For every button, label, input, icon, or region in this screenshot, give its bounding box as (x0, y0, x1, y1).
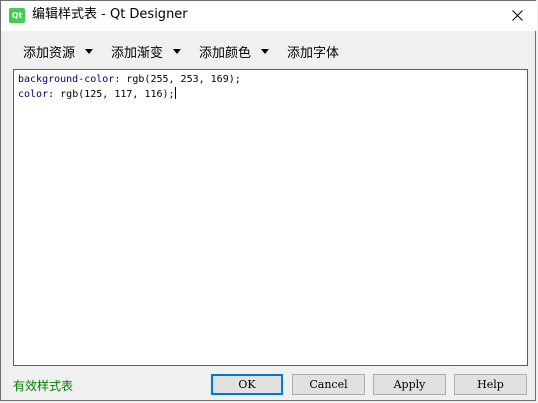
add-gradient-button[interactable]: 添加渐变 (99, 39, 187, 63)
toolbar: 添加资源 添加渐变 添加颜色 添加字体 (11, 39, 353, 63)
validity-status: 有效样式表 (13, 379, 74, 393)
add-resource-button[interactable]: 添加资源 (11, 39, 99, 63)
add-resource-label: 添加资源 (23, 45, 76, 61)
code-line: color: rgb(125, 117, 116); (18, 87, 523, 102)
style-sheet-dialog: Qt 编辑样式表 - Qt Designer 添加资源 添加渐变 添加颜色 添加… (0, 0, 537, 401)
css-separator: : (48, 89, 61, 100)
close-button[interactable] (497, 1, 537, 31)
code-line: background-color: rgb(255, 253, 169); (18, 73, 523, 87)
ok-button[interactable]: OK (211, 374, 283, 395)
add-gradient-label: 添加渐变 (111, 45, 164, 61)
help-button[interactable]: Help (454, 374, 527, 395)
chevron-down-icon[interactable] (85, 48, 94, 54)
window-title: 编辑样式表 - Qt Designer (32, 7, 188, 22)
css-separator: : (114, 74, 127, 85)
add-font-label: 添加字体 (287, 45, 340, 61)
qt-logo-icon: Qt (9, 8, 25, 23)
chevron-down-icon[interactable] (173, 48, 182, 54)
stylesheet-editor[interactable]: background-color: rgb(255, 253, 169); co… (13, 69, 528, 366)
title-bar: Qt 编辑样式表 - Qt Designer (1, 1, 537, 31)
chevron-down-icon[interactable] (261, 48, 270, 54)
add-font-button[interactable]: 添加字体 (275, 39, 353, 63)
apply-button[interactable]: Apply (373, 374, 446, 395)
add-color-button[interactable]: 添加颜色 (187, 39, 275, 63)
css-property: background-color (18, 74, 115, 85)
css-value: rgb(125, 117, 116); (60, 89, 175, 100)
close-icon (512, 10, 523, 21)
css-property: color (18, 89, 49, 100)
cancel-button[interactable]: Cancel (292, 374, 365, 395)
text-cursor (174, 87, 176, 99)
css-value: rgb(255, 253, 169); (126, 74, 241, 85)
add-color-label: 添加颜色 (199, 45, 252, 61)
